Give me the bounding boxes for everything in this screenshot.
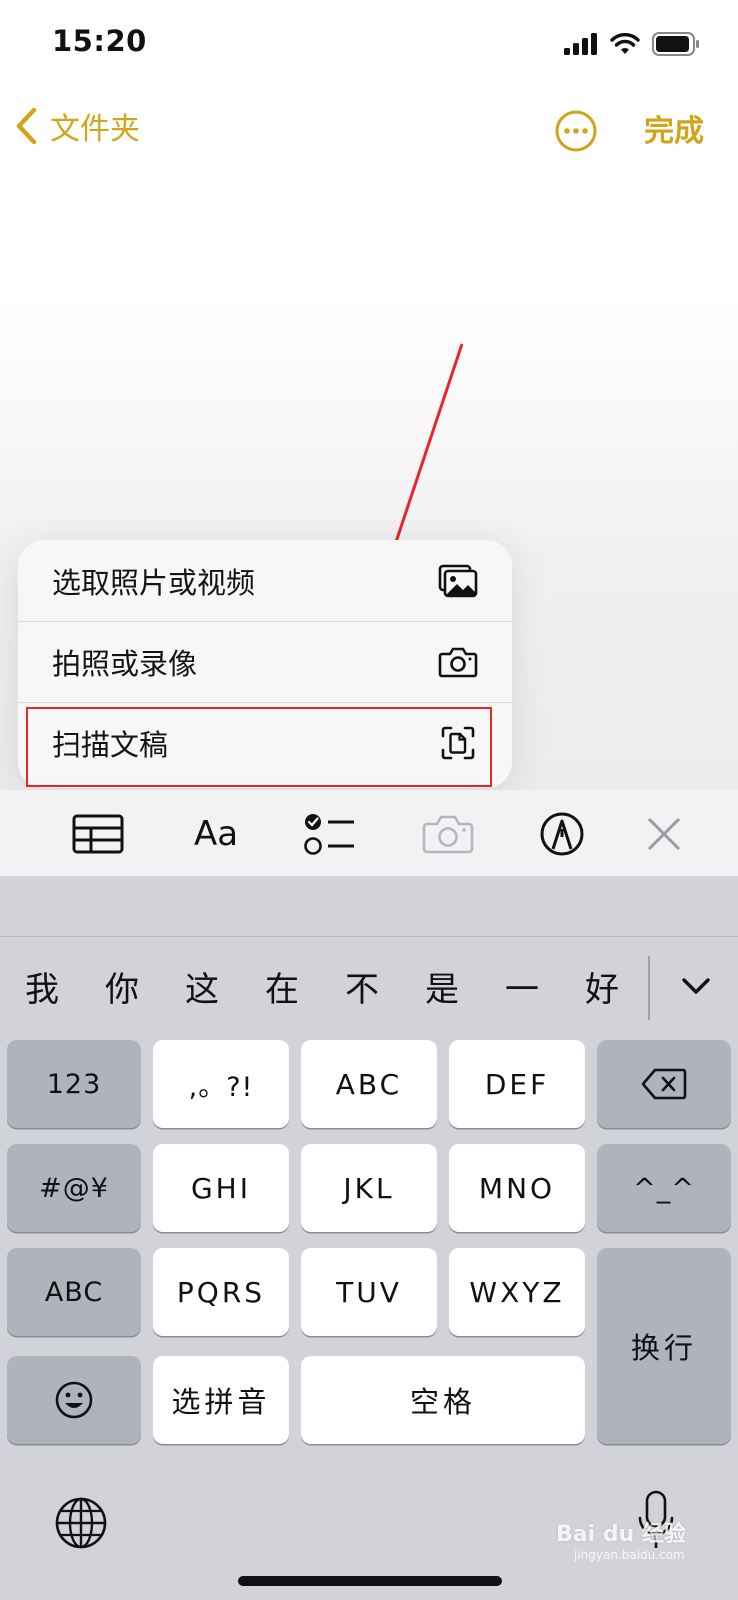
emoji-icon [55,1381,93,1419]
key-label: DEF [484,1067,550,1101]
watermark-url: jingyan.baidu.com [574,1548,685,1562]
battery-icon [652,32,699,56]
key-label: WXYZ [469,1275,565,1309]
key-label: GHI [190,1171,251,1205]
format-toolbar: Aa [0,790,738,877]
key-symbols[interactable]: #@¥ [7,1144,141,1232]
markup-button[interactable] [534,806,590,862]
home-indicator[interactable] [238,1576,502,1586]
key-abc-mode[interactable]: ABC [7,1248,141,1336]
key-label: #@¥ [39,1172,109,1204]
key-label: ABC [335,1067,403,1101]
candidate-word[interactable]: 好 [572,950,632,1030]
key-jkl[interactable]: JKL [301,1144,437,1232]
candidate-bar: 我 你 这 在 不 是 一 好 [0,950,650,1030]
status-time: 15:20 [52,24,147,58]
highlight-box [26,707,492,787]
back-label: 文件夹 [50,112,140,147]
table-button[interactable] [70,806,126,862]
key-label: 选拼音 [171,1385,271,1419]
globe-icon [55,1497,107,1549]
menu-item-choose-photo[interactable]: 选取照片或视频 [18,540,512,621]
candidate-word[interactable]: 你 [92,950,152,1030]
menu-item-label: 拍照或录像 [52,647,198,681]
close-toolbar-button[interactable] [636,806,692,862]
key-label: 换行 [630,1331,697,1365]
key-label: 空格 [409,1385,476,1419]
key-pqrs[interactable]: PQRS [153,1248,289,1336]
key-emoticon[interactable]: ^_^ [597,1144,731,1232]
format-text-icon: Aa [193,814,239,854]
key-select-pinyin[interactable]: 选拼音 [153,1356,289,1444]
done-button[interactable]: 完成 [644,106,704,150]
menu-item-take-photo[interactable]: 拍照或录像 [18,621,512,702]
candidate-word[interactable]: 我 [12,950,72,1030]
chevron-down-icon [682,978,710,994]
key-label: JKL [343,1171,395,1205]
camera-button[interactable] [420,806,476,862]
candidate-word[interactable]: 在 [252,950,312,1030]
photo-library-icon [438,561,478,601]
space-key[interactable]: 空格 [301,1356,585,1444]
key-label: 123 [46,1068,102,1100]
menu-item-label: 选取照片或视频 [52,565,256,600]
key-punctuation[interactable]: ,。?! [153,1040,289,1128]
key-label: ^_^ [633,1172,695,1204]
camera-icon [438,642,478,682]
checklist-button[interactable] [302,806,358,862]
key-label: MNO [478,1171,556,1205]
status-icons [564,30,700,58]
key-label: PQRS [176,1275,266,1309]
key-ghi[interactable]: GHI [153,1144,289,1232]
more-icon [555,110,597,152]
candidate-word[interactable]: 是 [412,950,472,1030]
key-wxyz[interactable]: WXYZ [449,1248,585,1336]
backspace-icon [641,1068,687,1100]
key-label: ,。?! [188,1071,254,1103]
close-icon [647,817,681,851]
emoji-key[interactable] [7,1356,141,1444]
delete-key[interactable] [597,1040,731,1128]
back-button[interactable]: 文件夹 [14,104,140,148]
candidate-word[interactable]: 这 [172,950,232,1030]
more-button[interactable] [555,110,597,152]
key-mno[interactable]: MNO [449,1144,585,1232]
keyboard-divider [0,936,738,937]
key-label: TUV [336,1275,402,1309]
key-tuv[interactable]: TUV [301,1248,437,1336]
camera-icon [422,815,474,854]
key-label: ABC [44,1276,104,1308]
format-text-button[interactable]: Aa [188,806,244,862]
checklist-icon [304,814,354,855]
key-123[interactable]: 123 [7,1040,141,1128]
markup-pen-icon [540,812,584,856]
chevron-left-icon [16,107,37,145]
watermark: Bai du 经验 [556,1522,686,1547]
wifi-icon [610,33,640,54]
candidate-separator [648,956,650,1020]
key-def[interactable]: DEF [449,1040,585,1128]
key-abc[interactable]: ABC [301,1040,437,1128]
globe-button[interactable] [54,1496,108,1550]
return-key[interactable]: 换行 [597,1248,731,1444]
candidate-word[interactable]: 一 [492,950,552,1030]
candidate-expand-button[interactable] [676,966,716,1006]
table-icon [72,814,124,854]
candidate-word[interactable]: 不 [332,950,392,1030]
signal-icon [564,33,597,55]
